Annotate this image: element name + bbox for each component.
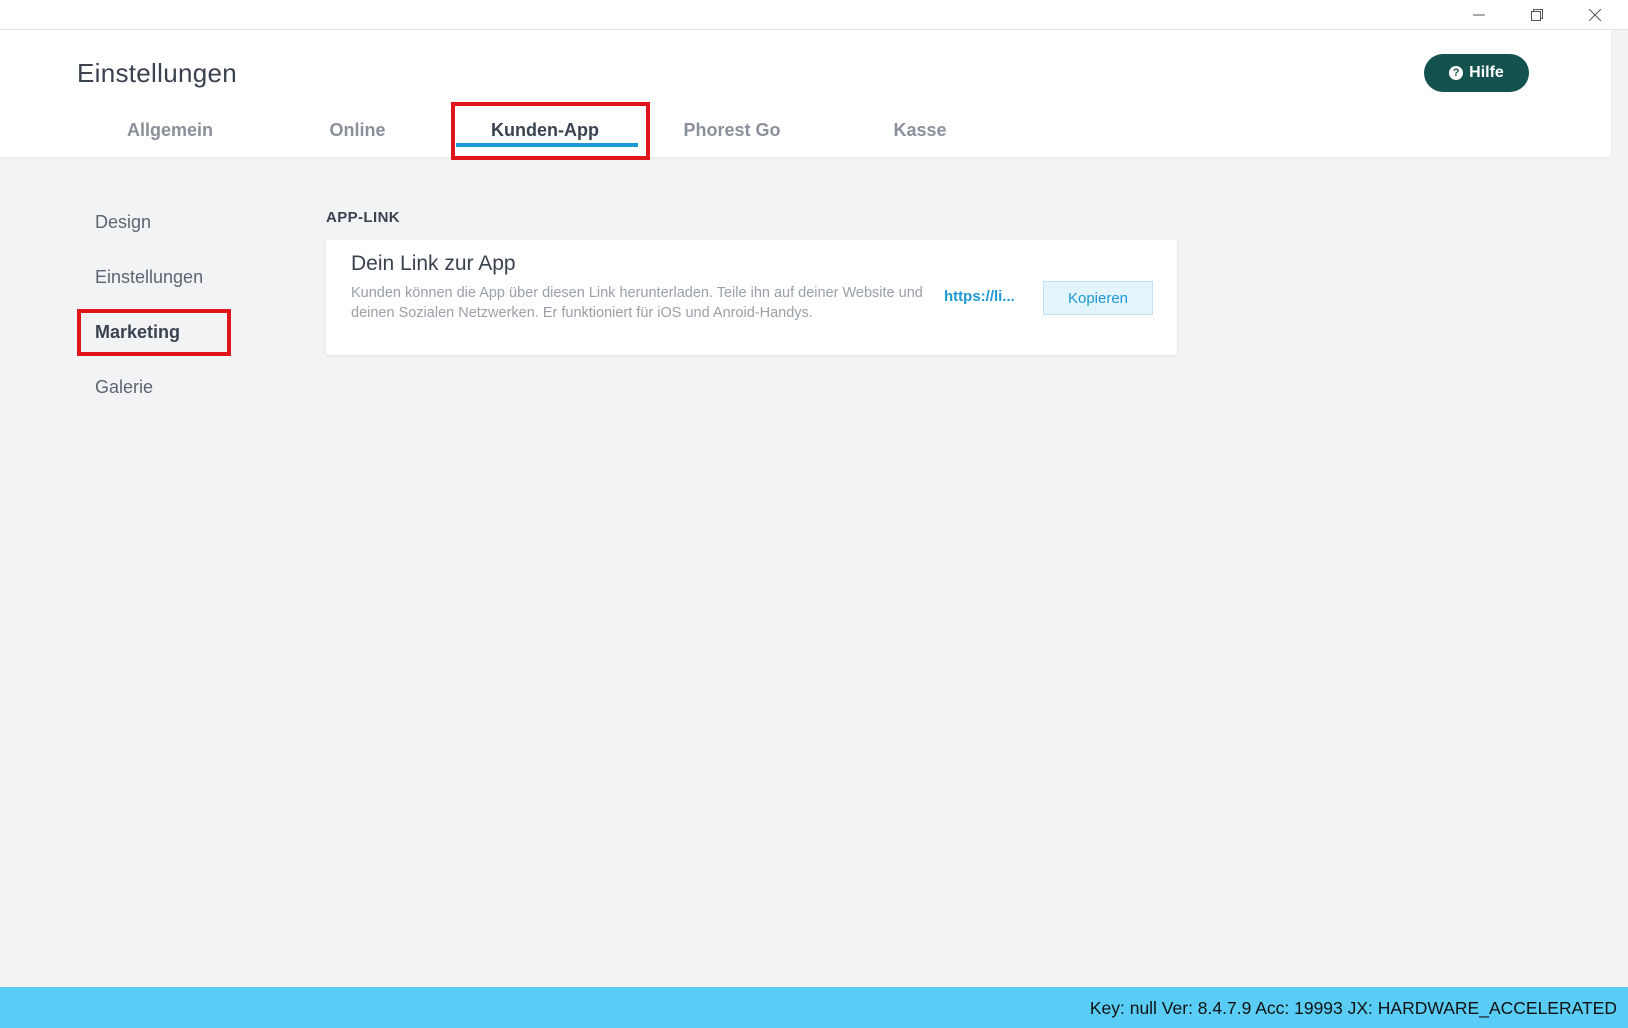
subnav-item-marketing[interactable]: Marketing — [95, 322, 180, 343]
tab-kasse[interactable]: Kasse — [870, 113, 970, 157]
card-title: Dein Link zur App — [351, 252, 516, 275]
subnav-item-design[interactable]: Design — [95, 212, 151, 233]
minimize-button[interactable] — [1456, 0, 1502, 29]
help-button-label: Hilfe — [1469, 64, 1504, 81]
tab-online[interactable]: Online — [300, 113, 415, 157]
app-link[interactable]: https://li... — [944, 288, 1015, 305]
tab-phorest-go[interactable]: Phorest Go — [672, 113, 792, 157]
tab-label: Allgemein — [126, 120, 214, 140]
status-text: Key: null Ver: 8.4.7.9 Acc: 19993 JX: HA… — [1089, 998, 1617, 1018]
copy-button[interactable]: Kopieren — [1043, 281, 1153, 315]
restore-button[interactable] — [1514, 0, 1560, 29]
tab-label: Online — [329, 120, 386, 140]
app-link-card: Dein Link zur App Kunden können die App … — [326, 240, 1177, 355]
tab-kunden-app[interactable]: Kunden-App — [452, 113, 638, 157]
question-icon: ? — [1449, 66, 1464, 80]
card-description: Kunden können die App über diesen Link h… — [351, 285, 923, 321]
minimize-icon — [1473, 14, 1485, 15]
help-button[interactable]: ? Hilfe — [1424, 54, 1529, 92]
tab-allgemein[interactable]: Allgemein — [110, 113, 230, 157]
tab-label: Kasse — [893, 120, 947, 140]
status-bar: Key: null Ver: 8.4.7.9 Acc: 19993 JX: HA… — [0, 987, 1628, 1028]
close-icon — [1589, 8, 1601, 21]
settings-header: Einstellungen ? Hilfe Allgemein Online K… — [0, 30, 1611, 157]
subnav-item-galerie[interactable]: Galerie — [95, 377, 153, 398]
page-title: Einstellungen — [77, 58, 238, 88]
window-titlebar — [0, 0, 1628, 30]
tab-label: Kunden-App — [491, 120, 599, 140]
close-button[interactable] — [1572, 0, 1618, 29]
tab-label: Phorest Go — [683, 120, 781, 140]
restore-icon — [1531, 8, 1543, 21]
subnav-item-einstellungen[interactable]: Einstellungen — [95, 267, 203, 288]
section-heading: APP-LINK — [326, 209, 401, 226]
